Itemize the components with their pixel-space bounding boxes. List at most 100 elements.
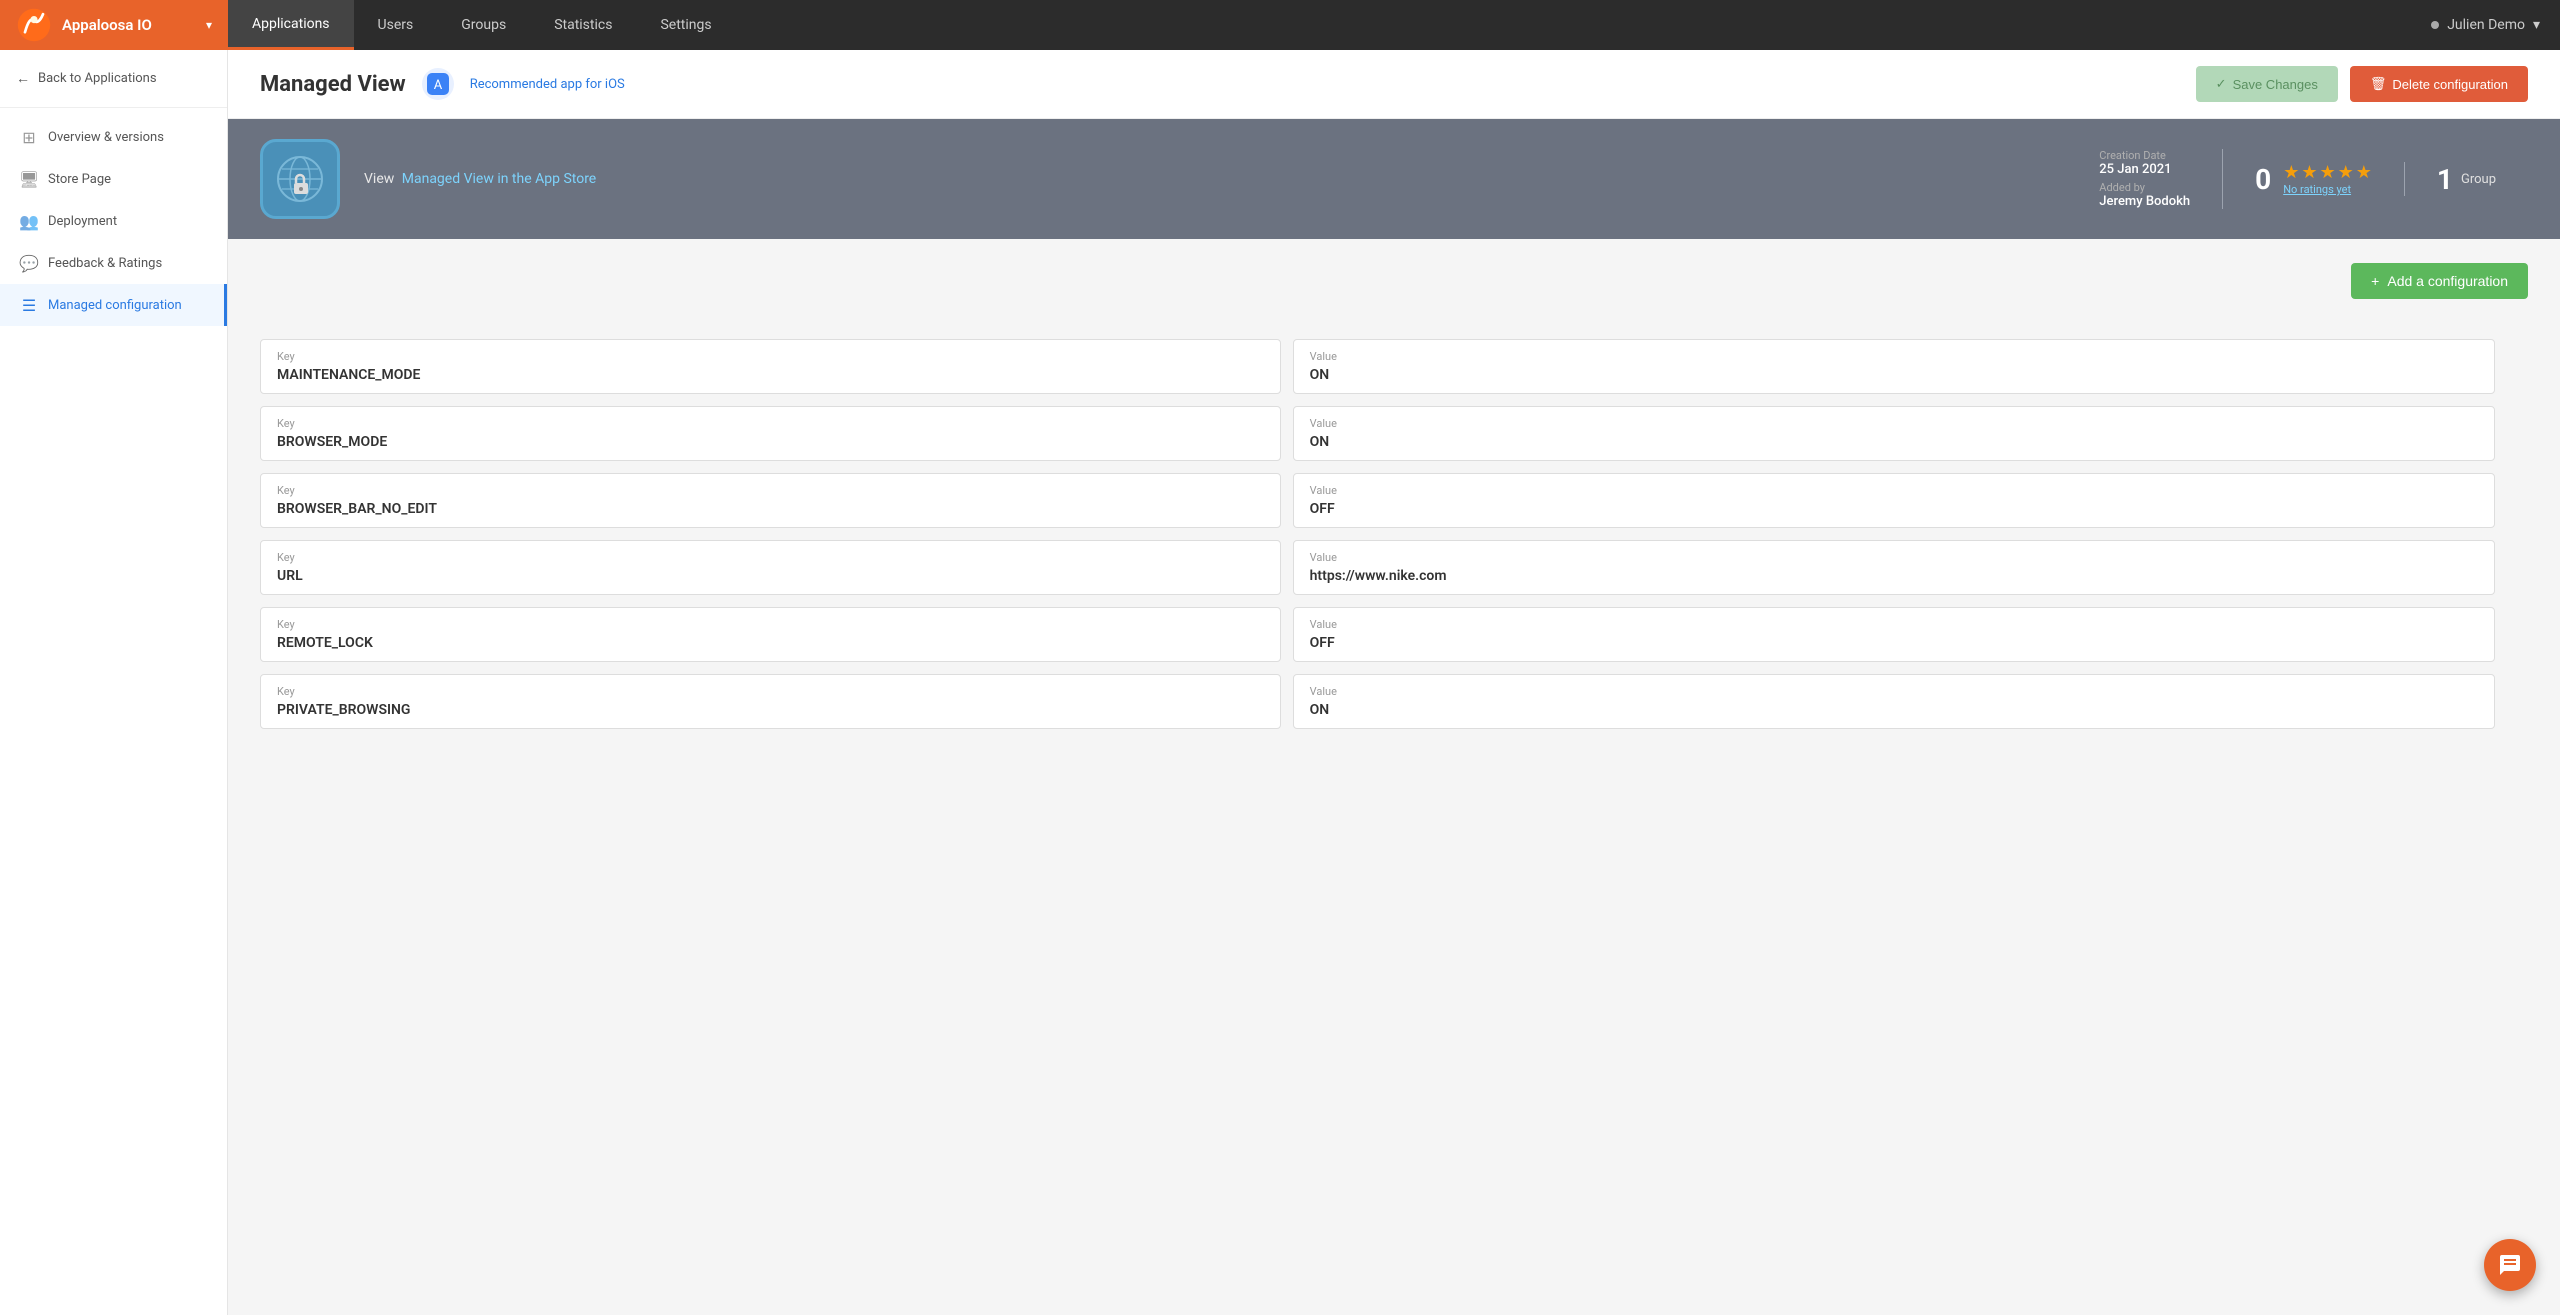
key-label: Key — [277, 551, 1264, 564]
sidebar: ← Back to Applications ⊞ Overview & vers… — [0, 50, 228, 1315]
page-title: Managed View — [260, 72, 406, 97]
config-value-field[interactable]: Value ON — [1293, 406, 2495, 461]
added-by-label: Added by — [2099, 181, 2190, 194]
table-row: Key BROWSER_MODE Value ON — [260, 406, 2528, 461]
sidebar-label-store: Store Page — [48, 172, 111, 187]
config-key-field[interactable]: Key BROWSER_BAR_NO_EDIT — [260, 473, 1281, 528]
value-value: OFF — [1310, 635, 2478, 651]
brand-area[interactable]: Appaloosa IO ▾ — [0, 0, 228, 50]
added-by-value: Jeremy Bodokh — [2099, 194, 2190, 209]
nav-item-applications[interactable]: Applications — [228, 0, 354, 50]
config-table: Key MAINTENANCE_MODE Value ON Key BROWSE… — [260, 339, 2528, 729]
creation-date-value: 25 Jan 2021 — [2099, 162, 2190, 177]
checkmark-icon: ✓ — [2216, 76, 2227, 92]
table-row: Key MAINTENANCE_MODE Value ON — [260, 339, 2528, 394]
creation-date-label: Creation Date — [2099, 149, 2190, 162]
key-value: PRIVATE_BROWSING — [277, 702, 1264, 718]
sidebar-item-deployment[interactable]: 👥 Deployment — [0, 200, 227, 242]
value-label: Value — [1310, 350, 2478, 363]
chat-button[interactable] — [2484, 1239, 2536, 1291]
config-value-field[interactable]: Value OFF — [1293, 607, 2495, 662]
page-header: Managed View A Recommended app for iOS ✓… — [228, 50, 2560, 119]
ratings-section: 0 ★ ★ ★ ★ ★ No ratings yet — [2223, 162, 2405, 196]
add-configuration-button[interactable]: + Add a configuration — [2351, 263, 2528, 299]
config-key-field[interactable]: Key BROWSER_MODE — [260, 406, 1281, 461]
sidebar-item-managed[interactable]: ☰ Managed configuration — [0, 284, 227, 326]
sidebar-item-store[interactable]: 🖥 Store Page — [0, 158, 227, 200]
view-prefix: View — [364, 171, 394, 187]
star-2-icon: ★ — [2301, 162, 2317, 183]
no-ratings-link[interactable]: No ratings yet — [2283, 183, 2372, 196]
delete-config-button[interactable]: 🗑 Delete configuration — [2350, 66, 2528, 102]
group-count: 1 — [2437, 163, 2453, 196]
key-value: BROWSER_BAR_NO_EDIT — [277, 501, 1264, 517]
app-store-link-container: View Managed View in the App Store — [364, 171, 596, 187]
brand-chevron-icon: ▾ — [206, 18, 212, 32]
sidebar-label-managed: Managed configuration — [48, 298, 182, 313]
save-changes-button[interactable]: ✓ Save Changes — [2196, 66, 2338, 102]
creation-date-section: Creation Date 25 Jan 2021 Added by Jerem… — [2067, 149, 2223, 209]
value-label: Value — [1310, 484, 2478, 497]
user-chevron-icon: ▾ — [2533, 17, 2540, 33]
content-area: + Add a configuration Key MAINTENANCE_MO… — [228, 239, 2560, 1315]
group-label: Group — [2461, 172, 2496, 187]
stars: ★ ★ ★ ★ ★ — [2283, 162, 2372, 183]
key-value: URL — [277, 568, 1264, 584]
value-value: ON — [1310, 434, 2478, 450]
nav-item-statistics[interactable]: Statistics — [530, 0, 636, 50]
layout: ← Back to Applications ⊞ Overview & vers… — [0, 50, 2560, 1315]
key-value: MAINTENANCE_MODE — [277, 367, 1264, 383]
config-value-field[interactable]: Value https://www.nike.com — [1293, 540, 2495, 595]
star-3-icon: ★ — [2319, 162, 2335, 183]
value-value: OFF — [1310, 501, 2478, 517]
back-arrow-icon: ← — [16, 70, 30, 87]
value-label: Value — [1310, 618, 2478, 631]
sidebar-item-overview[interactable]: ⊞ Overview & versions — [0, 116, 227, 158]
stars-container: ★ ★ ★ ★ ★ No ratings yet — [2283, 162, 2372, 196]
config-key-field[interactable]: Key REMOTE_LOCK — [260, 607, 1281, 662]
back-to-applications[interactable]: ← Back to Applications — [0, 50, 227, 108]
save-label: Save Changes — [2233, 77, 2318, 92]
sidebar-nav: ⊞ Overview & versions 🖥 Store Page 👥 Dep… — [0, 108, 227, 334]
managed-icon: ☰ — [20, 296, 38, 314]
value-value: ON — [1310, 367, 2478, 383]
key-label: Key — [277, 484, 1264, 497]
main-content: Managed View A Recommended app for iOS ✓… — [228, 50, 2560, 1315]
plus-icon: + — [2371, 273, 2379, 289]
config-key-field[interactable]: Key MAINTENANCE_MODE — [260, 339, 1281, 394]
value-label: Value — [1310, 551, 2478, 564]
config-value-field[interactable]: Value ON — [1293, 674, 2495, 729]
status-dot-icon — [2431, 21, 2439, 29]
app-meta: Creation Date 25 Jan 2021 Added by Jerem… — [2067, 149, 2528, 209]
sidebar-label-deployment: Deployment — [48, 214, 117, 229]
value-value: https://www.nike.com — [1310, 568, 2478, 584]
delete-label: Delete configuration — [2392, 77, 2508, 92]
sidebar-label-overview: Overview & versions — [48, 130, 164, 145]
header-actions: ✓ Save Changes 🗑 Delete configuration — [2196, 66, 2528, 102]
key-value: REMOTE_LOCK — [277, 635, 1264, 651]
config-value-field[interactable]: Value OFF — [1293, 473, 2495, 528]
value-value: ON — [1310, 702, 2478, 718]
rating-count: 0 — [2255, 163, 2271, 196]
store-icon: 🖥 — [20, 170, 38, 188]
config-value-field[interactable]: Value ON — [1293, 339, 2495, 394]
app-store-link[interactable]: Managed View in the App Store — [402, 171, 596, 187]
config-key-field[interactable]: Key PRIVATE_BROWSING — [260, 674, 1281, 729]
sidebar-item-feedback[interactable]: 💬 Feedback & Ratings — [0, 242, 227, 284]
overview-icon: ⊞ — [20, 128, 38, 146]
star-5-icon: ★ — [2356, 162, 2372, 183]
back-label: Back to Applications — [38, 71, 157, 86]
chat-icon — [2498, 1253, 2522, 1277]
star-4-icon: ★ — [2338, 162, 2354, 183]
app-badge-icon: A — [422, 68, 454, 100]
trash-icon: 🗑 — [2370, 76, 2387, 92]
ios-recommended-link[interactable]: Recommended app for iOS — [470, 77, 625, 92]
groups-section: 1 Group — [2405, 163, 2528, 196]
table-row: Key URL Value https://www.nike.com — [260, 540, 2528, 595]
nav-item-groups[interactable]: Groups — [437, 0, 530, 50]
nav-item-users[interactable]: Users — [354, 0, 438, 50]
config-key-field[interactable]: Key URL — [260, 540, 1281, 595]
nav-item-settings[interactable]: Settings — [636, 0, 735, 50]
key-label: Key — [277, 417, 1264, 430]
deployment-icon: 👥 — [20, 212, 38, 230]
